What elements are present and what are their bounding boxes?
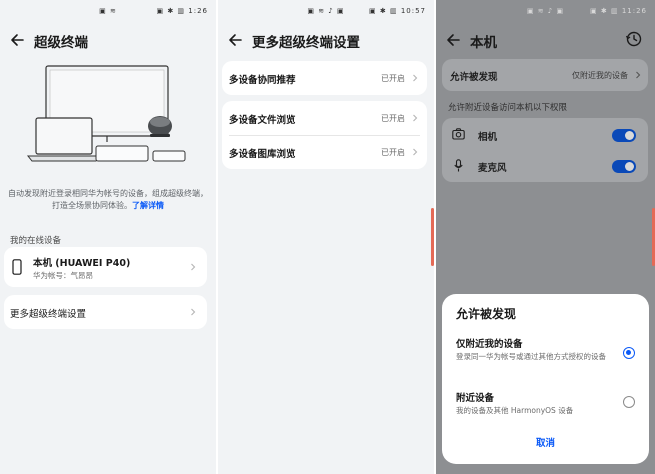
description-text: 自动发现附近登录相同华为帐号的设备，组成超级终端，打造全场景协同体验。 xyxy=(8,189,208,210)
status-bar: ▣ ≋ ▣ ✱ ▥ 1:26 xyxy=(0,0,216,22)
microphone-toggle[interactable] xyxy=(612,160,636,173)
status-right: ▣ ✱ ▥ 11:26 xyxy=(590,7,647,15)
status-right: ▣ ✱ ▥ 10:57 xyxy=(369,7,426,15)
option-my-devices[interactable]: 仅附近我的设备 登录同一华为帐号或通过其他方式授权的设备 xyxy=(442,332,649,376)
page-title: 超级终端 xyxy=(34,35,88,51)
discovery-value: 仅附近我的设备 xyxy=(572,71,628,80)
chevron-right-icon xyxy=(413,114,418,122)
this-device-screen: ▣ ≋ ♪ ▣ ▣ ✱ ▥ 11:26 本机 允许被发现 仅附近我的设备 允许附… xyxy=(436,0,655,474)
more-settings-screen: ▣ ≋ ♪ ▣ ▣ ✱ ▥ 10:57 更多超级终端设置 多设备协同推荐 已开启… xyxy=(218,0,434,474)
super-device-screen: ▣ ≋ ▣ ✱ ▥ 1:26 超级终端 自动发现附近登录相同华为帐号的设备，组成… xyxy=(0,0,216,474)
row-label: 多设备协同推荐 xyxy=(229,75,296,86)
discovery-row[interactable]: 允许被发现 仅附近我的设备 xyxy=(442,59,648,91)
option-subtitle: 登录同一华为帐号或通过其他方式授权的设备 xyxy=(456,352,606,361)
browse-group-card: 多设备文件浏览 已开启 多设备图库浏览 已开启 xyxy=(222,101,427,169)
status-bar: ▣ ≋ ♪ ▣ ▣ ✱ ▥ 11:26 xyxy=(436,0,655,22)
permissions-card: 相机 麦克风 xyxy=(442,118,648,182)
back-arrow-icon[interactable] xyxy=(444,30,464,50)
option-title: 附近设备 xyxy=(456,393,495,404)
online-devices-label: 我的在线设备 xyxy=(10,236,62,246)
permissions-label: 允许附近设备访问本机以下权限 xyxy=(448,103,568,113)
radio-selected[interactable] xyxy=(623,347,635,359)
device-account: 华为帐号：气昂昂 xyxy=(33,271,93,280)
gallery-browse-row[interactable]: 多设备图库浏览 已开启 xyxy=(222,135,427,169)
learn-more-link[interactable]: 了解详情 xyxy=(132,201,164,210)
chevron-right-icon xyxy=(636,71,641,79)
page-title: 更多超级终端设置 xyxy=(252,35,360,51)
devices-illustration xyxy=(26,65,186,162)
page-title: 本机 xyxy=(470,35,497,51)
cancel-button[interactable]: 取消 xyxy=(442,435,649,449)
more-settings-label: 更多超级终端设置 xyxy=(10,309,87,320)
row-label: 多设备图库浏览 xyxy=(229,149,296,160)
side-accent-left xyxy=(431,208,434,266)
feature-description: 自动发现附近登录相同华为帐号的设备，组成超级终端，打造全场景协同体验。了解详情 xyxy=(8,188,208,212)
title-bar: 超级终端 xyxy=(0,28,216,52)
radio-unselected[interactable] xyxy=(623,396,635,408)
camera-label: 相机 xyxy=(478,132,498,143)
discovery-label: 允许被发现 xyxy=(450,72,498,83)
option-subtitle: 我的设备及其他 HarmonyOS 设备 xyxy=(456,406,574,415)
option-title: 仅附近我的设备 xyxy=(456,339,523,350)
chevron-right-icon xyxy=(191,308,196,316)
device-card[interactable]: 本机 (HUAWEI P40) 华为帐号：气昂昂 xyxy=(4,247,207,287)
title-bar: 本机 xyxy=(436,28,655,52)
phone-icon xyxy=(12,259,22,275)
collab-recommend-row[interactable]: 多设备协同推荐 已开启 xyxy=(222,61,427,95)
row-value: 已开启 xyxy=(381,74,405,83)
file-browse-row[interactable]: 多设备文件浏览 已开启 xyxy=(222,101,427,135)
camera-icon xyxy=(452,128,465,140)
row-value: 已开启 xyxy=(381,148,405,157)
back-arrow-icon[interactable] xyxy=(226,30,246,50)
device-name: 本机 (HUAWEI P40) xyxy=(33,258,131,269)
title-bar: 更多超级终端设置 xyxy=(218,28,434,52)
sheet-title: 允许被发现 xyxy=(456,307,517,321)
microphone-icon xyxy=(454,159,463,172)
history-icon[interactable] xyxy=(625,30,643,48)
camera-toggle[interactable] xyxy=(612,129,636,142)
back-arrow-icon[interactable] xyxy=(8,30,28,50)
row-label: 多设备文件浏览 xyxy=(229,115,296,126)
status-right: ▣ ✱ ▥ 1:26 xyxy=(156,7,208,15)
chevron-right-icon xyxy=(191,263,196,271)
microphone-label: 麦克风 xyxy=(478,163,507,174)
discovery-bottom-sheet: 允许被发现 仅附近我的设备 登录同一华为帐号或通过其他方式授权的设备 附近设备 … xyxy=(442,294,649,464)
status-bar: ▣ ≋ ♪ ▣ ▣ ✱ ▥ 10:57 xyxy=(218,0,434,22)
chevron-right-icon xyxy=(413,148,418,156)
row-value: 已开启 xyxy=(381,114,405,123)
option-nearby-devices[interactable]: 附近设备 我的设备及其他 HarmonyOS 设备 xyxy=(442,388,649,418)
more-settings-row[interactable]: 更多超级终端设置 xyxy=(4,295,207,329)
chevron-right-icon xyxy=(413,74,418,82)
